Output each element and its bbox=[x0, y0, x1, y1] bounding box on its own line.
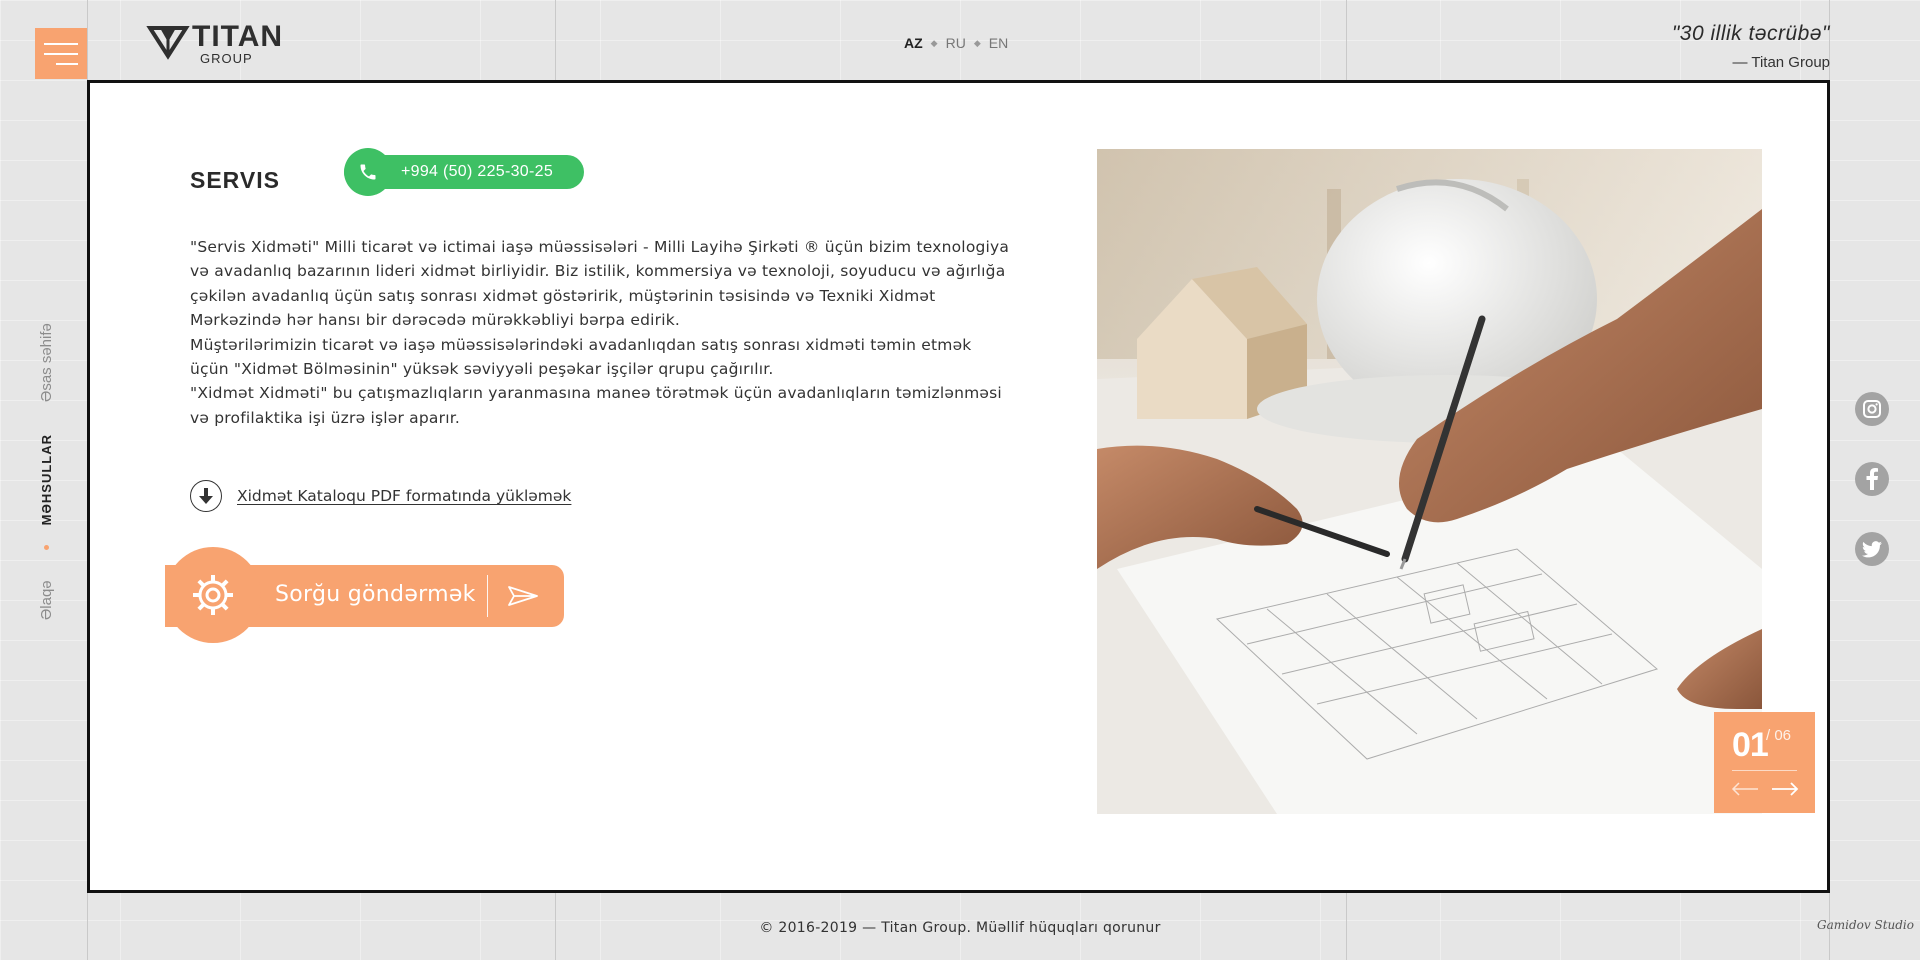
lang-separator: ◆ bbox=[973, 37, 981, 48]
phone-icon-circle bbox=[344, 148, 392, 196]
side-nav-item-products[interactable]: Məhsullar bbox=[39, 434, 54, 525]
lang-en[interactable]: EN bbox=[989, 35, 1008, 51]
facebook-icon[interactable] bbox=[1855, 462, 1889, 496]
slide-current: 01 bbox=[1732, 726, 1769, 764]
instagram-icon[interactable] bbox=[1855, 392, 1889, 426]
quote-text: "30 illik təcrübə" bbox=[1671, 22, 1830, 45]
service-photo bbox=[1097, 149, 1762, 814]
phone-number: +994 (50) 225-30-25 bbox=[401, 163, 554, 180]
lang-separator: ◆ bbox=[930, 37, 938, 48]
catalog-download-link[interactable]: Xidmət Kataloqu PDF formatında yükləmək bbox=[237, 487, 571, 505]
twitter-icon[interactable] bbox=[1855, 532, 1889, 566]
slide-divider bbox=[1732, 770, 1797, 771]
send-request-label: Sorğu göndərmək bbox=[275, 582, 476, 607]
arrow-left-icon[interactable] bbox=[1731, 780, 1759, 798]
logo-name: TITAN bbox=[192, 20, 284, 53]
logo-subtitle: GROUP bbox=[200, 51, 253, 66]
gear-icon bbox=[193, 575, 233, 615]
description-paragraph: "Xidmət Xidməti" bu çatışmazlıqların yar… bbox=[190, 384, 1002, 427]
download-icon bbox=[190, 480, 222, 512]
side-nav-item-home[interactable]: Əsas səhifə bbox=[38, 323, 55, 402]
page-title: SERVIS bbox=[190, 167, 280, 193]
paper-plane-icon bbox=[508, 586, 538, 606]
logo-diamond-icon bbox=[146, 26, 190, 60]
studio-credit[interactable]: Gamidov Studio bbox=[1817, 918, 1914, 932]
phone-icon bbox=[360, 164, 376, 180]
gear-icon-circle bbox=[165, 547, 261, 643]
description-paragraph: "Servis Xidməti" Milli ticarət və ictima… bbox=[190, 238, 1010, 330]
button-divider bbox=[487, 575, 488, 617]
quote-author: — Titan Group bbox=[1732, 54, 1830, 71]
content-panel: SERVIS +994 (50) 225-30-25 "Servis Xidmə… bbox=[87, 80, 1830, 893]
service-description: "Servis Xidməti" Milli ticarət və ictima… bbox=[190, 235, 1010, 430]
slide-counter: 01 / 06 bbox=[1714, 712, 1815, 813]
side-nav-dot bbox=[44, 545, 49, 551]
menu-line bbox=[44, 42, 78, 45]
lang-az[interactable]: AZ bbox=[904, 35, 923, 51]
send-request-button[interactable]: Sorğu göndərmək bbox=[165, 547, 564, 643]
arrow-right-icon[interactable] bbox=[1771, 780, 1799, 798]
header-quote: "30 illik təcrübə" — Titan Group bbox=[1672, 22, 1830, 71]
side-nav-item-contact[interactable]: Əlaqə bbox=[38, 580, 55, 620]
phone-button[interactable]: +994 (50) 225-30-25 bbox=[344, 148, 584, 196]
lang-ru[interactable]: RU bbox=[946, 35, 966, 51]
engineer-drawing-illustration bbox=[1097, 149, 1762, 814]
description-paragraph: Müştərilərimizin ticarət və iaşə müəssis… bbox=[190, 335, 972, 379]
menu-line bbox=[44, 52, 78, 55]
language-switcher: AZ ◆ RU ◆ EN bbox=[904, 35, 1008, 51]
menu-button[interactable] bbox=[35, 28, 87, 79]
menu-line bbox=[56, 62, 78, 65]
logo[interactable]: TITAN GROUP bbox=[146, 22, 283, 66]
catalog-download[interactable]: Xidmət Kataloqu PDF formatında yükləmək bbox=[190, 480, 571, 512]
slide-total: / 06 bbox=[1766, 727, 1792, 744]
footer-copyright: © 2016-2019 — Titan Group. Müəllif hüquq… bbox=[759, 920, 1161, 936]
